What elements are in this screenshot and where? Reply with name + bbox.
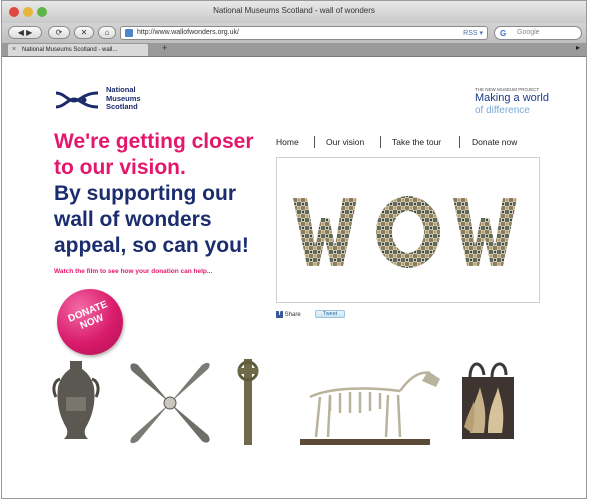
tab-label: National Museums Scotland - wall... bbox=[22, 47, 118, 53]
nav-take-the-tour[interactable]: Take the tour bbox=[392, 137, 441, 147]
share-label: Share bbox=[284, 312, 301, 319]
letter-w-left bbox=[293, 198, 357, 266]
tagline-line1: Making a world bbox=[475, 92, 549, 104]
tweet-button[interactable]: Tweet bbox=[315, 310, 345, 318]
vase-image bbox=[52, 361, 100, 439]
wow-video-player[interactable] bbox=[276, 157, 540, 303]
browser-window: National Museums Scotland - wall of wond… bbox=[1, 0, 587, 499]
new-tab-button[interactable]: + bbox=[162, 43, 167, 53]
nms-logo-mark-icon bbox=[55, 91, 99, 109]
facebook-share[interactable]: f Share bbox=[276, 311, 301, 318]
headline-pink: We're getting closer to our vision. bbox=[54, 130, 254, 179]
nav-donate-now[interactable]: Donate now bbox=[472, 137, 517, 147]
site-favicon-icon bbox=[125, 29, 133, 37]
lantern-bag-image bbox=[462, 362, 514, 439]
home-button[interactable]: ⌂ bbox=[98, 26, 116, 39]
headline: We're getting closer to our vision. By s… bbox=[54, 129, 274, 259]
donate-now-button[interactable]: DONATE NOW bbox=[57, 289, 123, 355]
facebook-icon: f bbox=[276, 311, 283, 318]
nav-divider bbox=[380, 136, 381, 148]
celtic-cross-image bbox=[237, 359, 259, 445]
address-bar[interactable]: http://www.wallofwonders.org.uk/ RSS ▾ bbox=[120, 26, 488, 40]
donate-now-label: DONATE NOW bbox=[66, 299, 110, 332]
nav-divider bbox=[459, 136, 460, 148]
nav-our-vision[interactable]: Our vision bbox=[326, 137, 364, 147]
rss-icon[interactable]: RSS ▾ bbox=[463, 28, 483, 40]
nav-divider bbox=[314, 136, 315, 148]
tab-active[interactable]: × National Museums Scotland - wall... bbox=[8, 44, 148, 56]
back-forward-button[interactable]: ◀ ▶ bbox=[8, 26, 42, 39]
title-bar: National Museums Scotland - wall of wond… bbox=[2, 1, 586, 24]
tab-overflow-icon[interactable]: ▸ bbox=[576, 43, 580, 52]
tagline-line2: of difference bbox=[475, 105, 530, 116]
search-placeholder: Google bbox=[517, 29, 540, 36]
tab-bar: × National Museums Scotland - wall... + … bbox=[2, 43, 586, 57]
watch-film-link[interactable]: Watch the film to see how your donation … bbox=[54, 268, 212, 275]
headline-navy: By supporting our wall of wonders appeal… bbox=[54, 182, 249, 257]
stop-button[interactable]: ✕ bbox=[74, 26, 94, 39]
close-tab-icon[interactable]: × bbox=[12, 44, 16, 56]
address-text: http://www.wallofwonders.org.uk/ bbox=[137, 29, 239, 36]
propeller-image bbox=[130, 362, 210, 444]
letter-w-right bbox=[453, 198, 517, 266]
window-title: National Museums Scotland - wall of wond… bbox=[213, 6, 375, 15]
search-input[interactable]: G Google bbox=[494, 26, 582, 40]
horse-skeleton-image bbox=[300, 371, 440, 445]
browser-toolbar: ◀ ▶ ⟳ ✕ ⌂ http://www.wallofwonders.org.u… bbox=[2, 23, 586, 44]
nms-logo-text: National Museums Scotland bbox=[106, 85, 141, 111]
nav-home[interactable]: Home bbox=[276, 137, 299, 147]
reload-button[interactable]: ⟳ bbox=[48, 26, 70, 39]
nms-logo[interactable]: National Museums Scotland bbox=[54, 83, 164, 115]
google-icon: G bbox=[500, 29, 507, 38]
wow-collage-image bbox=[293, 196, 517, 268]
web-page: National Museums Scotland THE NEW MUSEUM… bbox=[2, 57, 586, 498]
